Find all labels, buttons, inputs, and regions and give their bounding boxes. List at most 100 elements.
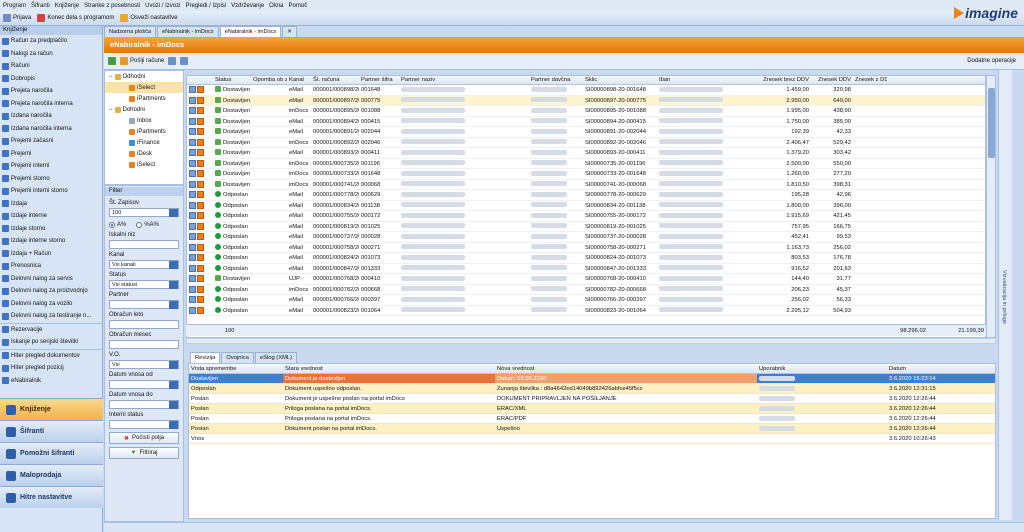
internal-status-select[interactable] — [109, 420, 179, 429]
tree-node-dohodni[interactable]: − Dohodni — [105, 104, 183, 115]
pdf-icon[interactable] — [197, 86, 204, 94]
column-header[interactable]: Datum — [887, 364, 987, 373]
sidebar-item[interactable]: Delovni nalog za testiranje n... — [0, 310, 102, 323]
filter-button[interactable]: ▼ Filtriraj — [109, 447, 179, 459]
table-row[interactable]: Odposlan eMail 000001/000819/2020001025 SI0… — [187, 222, 985, 232]
table-row[interactable]: Dostavljen imDocs 000001/000895/2020001088… — [187, 106, 985, 117]
document-icon[interactable] — [189, 233, 196, 241]
column-header[interactable]: Stara vrednost — [283, 364, 495, 373]
tab-enabiralnik-2[interactable]: eNabiralnik - imDocs — [219, 26, 282, 37]
table-row[interactable]: Odposlan eMail 000001/000824/2020001073 SI0… — [187, 253, 985, 264]
menu-item-2[interactable]: Knjiženje — [55, 3, 79, 9]
module-button[interactable]: Hitre nastavitve — [0, 486, 103, 508]
pdf-icon[interactable] — [197, 222, 204, 230]
document-icon[interactable] — [189, 285, 196, 293]
tab-ovojnica[interactable]: Ovojnica — [221, 352, 254, 363]
table-row[interactable]: Dostavljen UJP 000001/000768/2020000410 SI0… — [187, 274, 985, 285]
revision-row[interactable]: Poslan Dokument je uspešno poslan na port… — [189, 394, 995, 404]
pdf-icon[interactable] — [197, 254, 204, 262]
sidebar-item[interactable]: Prenosnica — [0, 260, 102, 273]
more-operations-menu[interactable]: Dodatne operacije — [967, 58, 1016, 64]
pdf-icon[interactable] — [197, 264, 204, 272]
pdf-icon[interactable] — [197, 107, 204, 115]
table-row[interactable]: Dostavljen imDocs 000001/000892/2020002046… — [187, 138, 985, 148]
radio-starts-with[interactable]: A% — [109, 221, 126, 228]
table-row[interactable]: Odposlan eMail 000001/000847/2020001333 SI0… — [187, 264, 985, 274]
document-icon[interactable] — [189, 180, 196, 188]
radio-contains[interactable]: %A% — [136, 221, 159, 228]
table-row[interactable]: Odposlan eMail 000001/000823/2020001064 SI0… — [187, 306, 985, 316]
sidebar-item[interactable]: Izdaje interne storno — [0, 235, 102, 248]
document-icon[interactable] — [189, 296, 196, 304]
sidebar-item[interactable]: Prejeta naročila — [0, 85, 102, 98]
tree-item-ipartments-in[interactable]: iPartments — [105, 126, 183, 137]
sidebar-item[interactable]: Nalogi za račun — [0, 48, 102, 61]
document-icon[interactable] — [189, 243, 196, 251]
pdf-icon[interactable] — [197, 201, 204, 209]
table-row[interactable]: Odposlan eMail 000001/000737/2020000028 SI0… — [187, 232, 985, 243]
module-button[interactable]: Knjiženje — [0, 398, 103, 420]
table-row[interactable]: Dostavljen imDocs 000001/000741/2020000068… — [187, 180, 985, 190]
grid-horizontal-scrollbar[interactable] — [186, 338, 996, 344]
document-icon[interactable] — [189, 170, 196, 178]
sidebar-item[interactable]: Izdaje interne — [0, 210, 102, 223]
sidebar-item[interactable]: Prejemi začasni — [0, 135, 102, 148]
sidebar-item[interactable]: Delovni nalog za proizvodnjo — [0, 285, 102, 298]
refresh-settings-button[interactable]: Osveži nastavitve — [120, 14, 177, 22]
table-row[interactable]: Odposlan eMail 000001/000766/2020000397 SI0… — [187, 295, 985, 306]
document-icon[interactable] — [189, 222, 196, 230]
send-invoices-button[interactable]: Pošlji račune — [120, 57, 164, 65]
menu-item-1[interactable]: Šifranti — [31, 3, 50, 9]
tab-revizija[interactable]: Revizija — [190, 352, 221, 363]
date-to-input[interactable] — [109, 400, 179, 409]
column-header[interactable]: Nova vrednost — [495, 364, 757, 373]
table-row[interactable]: Odposlan eMail 000001/000758/2020000271 SI0… — [187, 243, 985, 253]
sidebar-item[interactable]: Hiter pregled dokumentov — [0, 350, 102, 363]
login-button[interactable]: Prijava — [3, 14, 31, 22]
document-icon[interactable] — [189, 128, 196, 136]
document-icon[interactable] — [189, 191, 196, 199]
tab-enabiralnik-1[interactable]: eNabiralnik - imDocs — [156, 26, 219, 37]
column-header[interactable]: Kanal — [287, 76, 311, 84]
document-icon[interactable] — [189, 149, 196, 157]
document-icon[interactable] — [189, 254, 196, 262]
tree-node-odhodni[interactable]: − Odhodni — [105, 71, 183, 82]
module-button[interactable]: Pomožni šifranti — [0, 442, 103, 464]
pdf-icon[interactable] — [197, 117, 204, 125]
revision-row[interactable]: Poslan Priloga poslana na portal imDocs. E… — [189, 414, 995, 424]
document-icon[interactable] — [189, 86, 196, 94]
document-icon[interactable] — [189, 201, 196, 209]
table-row[interactable]: Dostavljen imDocs 000001/000733/2020001648… — [187, 169, 985, 180]
pdf-icon[interactable] — [197, 191, 204, 199]
pdf-icon[interactable] — [197, 138, 204, 146]
table-row[interactable]: Dostavljen imDocs 000001/000735/2020001196… — [187, 159, 985, 169]
document-icon[interactable] — [189, 212, 196, 220]
grid-vertical-scrollbar[interactable] — [986, 75, 996, 338]
partner-input[interactable] — [109, 300, 179, 309]
pdf-icon[interactable] — [197, 159, 204, 167]
pdf-icon[interactable] — [197, 243, 204, 251]
export-icon[interactable] — [180, 57, 189, 65]
revision-row[interactable]: Vnos 3.6.2020 10:26:43 — [189, 434, 995, 444]
table-row[interactable]: Dostavljen eMail 000001/000894/2020000415 S… — [187, 117, 985, 127]
column-header[interactable]: Znesek brez DDV — [747, 76, 811, 84]
table-row[interactable]: Odposlan eMail 000001/000755/2020000172 SI0… — [187, 211, 985, 222]
table-row[interactable]: Dostavljen eMail 000001/000897/2020000775 S… — [187, 95, 985, 106]
menu-item-3[interactable]: Stranke z posebnosti — [84, 3, 140, 9]
tree-item-inbox[interactable]: Inbox — [105, 115, 183, 126]
table-row[interactable]: Dostavljen eMail 000001/000893/2020000411 S… — [187, 148, 985, 159]
module-button[interactable]: Šifranti — [0, 420, 103, 442]
pdf-icon[interactable] — [197, 96, 204, 104]
sidebar-item[interactable]: Izdaja + Račun — [0, 248, 102, 261]
column-header[interactable]: Sklic — [583, 76, 657, 84]
table-row[interactable]: Odposlan imDocs 000001/000782/2020000668 SI… — [187, 285, 985, 295]
table-row[interactable]: Odposlan eMail 000001/000778/2020000629 SI0… — [187, 190, 985, 201]
records-count-input[interactable]: 100 — [109, 208, 179, 217]
document-icon[interactable] — [189, 107, 196, 115]
refresh-icon[interactable] — [108, 57, 116, 65]
sidebar-item[interactable]: Prejemi interni — [0, 160, 102, 173]
column-header[interactable]: Iban — [657, 76, 747, 84]
table-row[interactable]: Dostavljen eMail 000001/000898/2020001648 S… — [187, 85, 985, 96]
sidebar-item[interactable]: Izdaje storno — [0, 223, 102, 236]
column-header[interactable]: Uporabnik — [757, 364, 887, 373]
